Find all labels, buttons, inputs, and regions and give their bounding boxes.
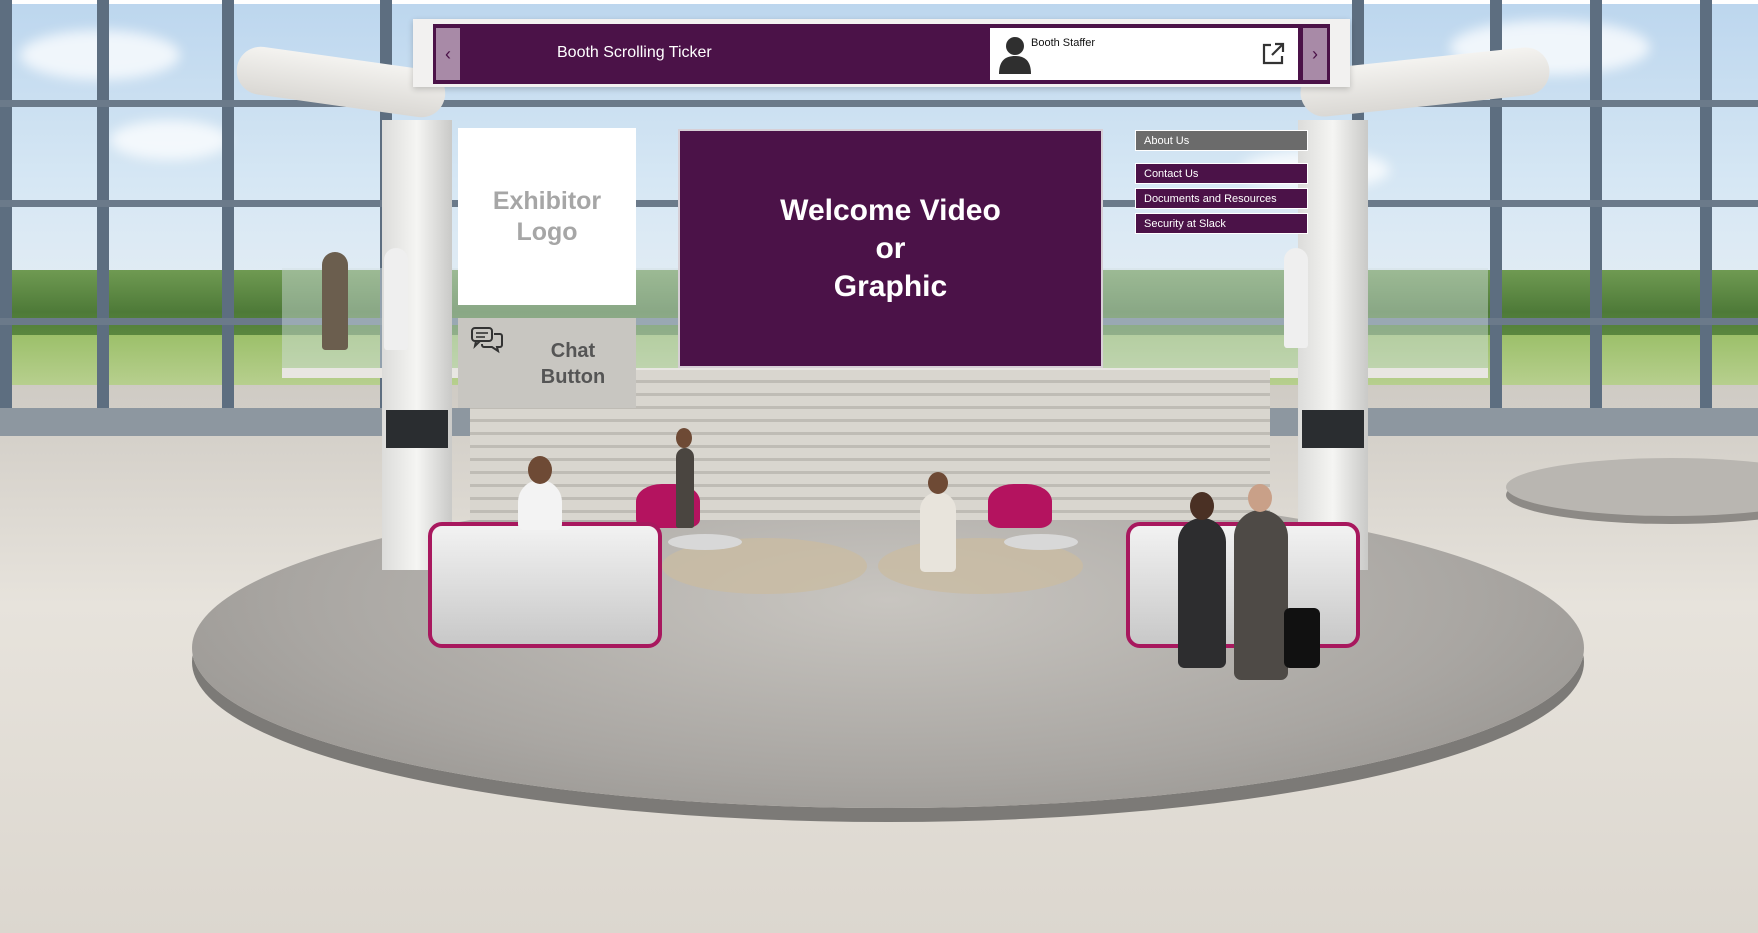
external-link-icon[interactable] xyxy=(1260,41,1286,67)
window-mullion xyxy=(97,0,109,420)
person-silhouette-icon xyxy=(999,37,1031,74)
chevron-left-icon: ‹ xyxy=(445,43,451,64)
staffer-name: Booth Staffer xyxy=(1031,37,1096,49)
window-mullion xyxy=(1700,0,1712,420)
reception-desk-left xyxy=(428,522,662,648)
chat-button-label: Chat Button xyxy=(540,340,606,388)
side-table xyxy=(668,534,742,550)
person xyxy=(1178,518,1226,668)
pillar-right xyxy=(1298,120,1368,570)
person-head xyxy=(528,456,552,484)
pillar-band xyxy=(386,410,448,448)
person xyxy=(676,448,694,528)
person-head xyxy=(1248,484,1272,512)
person xyxy=(384,248,408,350)
person xyxy=(1234,510,1288,680)
person xyxy=(920,492,956,572)
welcome-video-text: Welcome Video or Graphic xyxy=(780,193,1001,303)
chat-button[interactable]: Chat Button xyxy=(458,318,636,408)
ticker-next-button[interactable]: › xyxy=(1303,28,1327,80)
ticker-prev-button[interactable]: ‹ xyxy=(436,28,460,80)
booth-menu: About Us Contact Us Documents and Resour… xyxy=(1135,130,1308,238)
person-head xyxy=(1190,492,1214,520)
logo-placeholder-text: Exhibitor Logo xyxy=(492,186,602,246)
booth-staffer-card[interactable]: Booth Staffer xyxy=(990,28,1298,80)
chat-bubbles-icon xyxy=(471,327,503,354)
window-mullion xyxy=(0,0,12,420)
welcome-video[interactable]: Welcome Video or Graphic xyxy=(678,129,1103,368)
person-head xyxy=(676,428,692,448)
person xyxy=(1284,248,1308,348)
window-mullion xyxy=(222,0,234,420)
rolling-suitcase xyxy=(1284,608,1320,668)
person-head xyxy=(928,472,948,494)
lounge-chair xyxy=(988,484,1052,528)
ticker-label: Booth Scrolling Ticker xyxy=(557,44,712,61)
menu-item-documents-and-resources[interactable]: Documents and Resources xyxy=(1135,188,1308,209)
menu-item-security-at-slack[interactable]: Security at Slack xyxy=(1135,213,1308,234)
cloud xyxy=(110,120,230,160)
pillar-band xyxy=(1302,410,1364,448)
exhibitor-logo: Exhibitor Logo xyxy=(458,128,636,305)
window-mullion xyxy=(1590,0,1602,420)
menu-item-contact-us[interactable]: Contact Us xyxy=(1135,163,1308,184)
chevron-right-icon: › xyxy=(1312,43,1318,64)
side-table xyxy=(1004,534,1078,550)
person xyxy=(518,480,562,530)
window-transom xyxy=(0,100,1758,107)
person xyxy=(322,252,348,350)
menu-item-about-us[interactable]: About Us xyxy=(1135,130,1308,151)
